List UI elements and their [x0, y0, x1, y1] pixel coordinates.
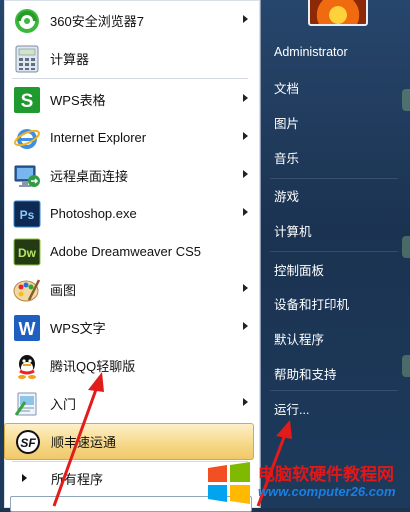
menu-item-documents[interactable]: 文档 — [268, 73, 404, 101]
program-label: 远程桌面连接 — [50, 169, 129, 184]
program-label: Photoshop.exe — [50, 206, 137, 221]
menu-item-computer[interactable]: 计算机 — [268, 216, 404, 244]
svg-text:Ps: Ps — [20, 208, 35, 222]
remote-desktop-icon — [12, 161, 42, 191]
svg-text:Dw: Dw — [18, 246, 37, 260]
menu-item-label: 游戏 — [274, 189, 300, 204]
qq-icon — [12, 351, 42, 381]
program-item-dreamweaver[interactable]: Dw Adobe Dreamweaver CS5 — [4, 233, 254, 270]
background-glow — [402, 89, 410, 111]
menu-item-label: 设备和打印机 — [274, 297, 350, 312]
menu-item-pictures[interactable]: 图片 — [268, 108, 404, 136]
program-label: 画图 — [50, 283, 77, 298]
menu-item-devices-printers[interactable]: 设备和打印机 — [268, 289, 404, 317]
menu-item-label: 控制面板 — [274, 263, 325, 278]
user-avatar[interactable] — [308, 0, 368, 26]
svg-text:S: S — [21, 91, 34, 112]
annotation-arrow-icon — [52, 372, 104, 507]
submenu-arrow-icon[interactable] — [243, 94, 248, 102]
wps-spreadsheet-icon: S — [12, 85, 42, 115]
program-item-internet-explorer[interactable]: Internet Explorer — [4, 119, 254, 156]
getting-started-icon — [12, 389, 42, 419]
program-item-photoshop[interactable]: Ps Photoshop.exe — [4, 195, 254, 232]
menu-item-games[interactable]: 游戏 — [268, 181, 404, 209]
internet-explorer-icon — [12, 123, 42, 153]
program-item-wps-writer[interactable]: W WPS文字 — [4, 309, 254, 346]
program-label: Internet Explorer — [50, 130, 147, 145]
submenu-arrow-icon[interactable] — [243, 170, 248, 178]
menu-item-label: 默认程序 — [274, 332, 325, 347]
menu-item-label: 图片 — [274, 116, 300, 131]
background-glow — [402, 355, 410, 377]
watermark: 电脑软硬件教程网 www.computer26.com — [204, 456, 410, 508]
expand-arrow-icon — [22, 474, 27, 482]
divider — [270, 178, 398, 179]
sf-express-icon: SF — [13, 427, 43, 457]
divider — [270, 390, 398, 391]
calculator-icon — [12, 44, 42, 74]
program-item-wps-spreadsheet[interactable]: S WPS表格 — [4, 81, 254, 118]
photoshop-icon: Ps — [12, 199, 42, 229]
program-label: 360安全浏览器7 — [50, 14, 144, 29]
submenu-arrow-icon[interactable] — [243, 15, 248, 23]
program-item-remote-desktop[interactable]: 远程桌面连接 — [4, 157, 254, 194]
watermark-title: 电脑软硬件教程网 — [258, 465, 394, 484]
menu-item-administrator[interactable]: Administrator — [268, 38, 404, 66]
divider — [12, 78, 248, 79]
program-item-paint[interactable]: 画图 — [4, 271, 254, 308]
menu-item-label: Administrator — [274, 45, 348, 59]
menu-item-label: 文档 — [274, 81, 300, 96]
program-label: WPS表格 — [50, 93, 106, 108]
submenu-arrow-icon[interactable] — [243, 284, 248, 292]
menu-item-control-panel[interactable]: 控制面板 — [268, 255, 404, 283]
menu-item-label: 帮助和支持 — [274, 367, 337, 382]
svg-text:SF: SF — [20, 436, 36, 450]
menu-item-default-programs[interactable]: 默认程序 — [268, 324, 404, 352]
menu-item-help-support[interactable]: 帮助和支持 — [268, 359, 404, 387]
program-item-calculator[interactable]: 计算器 — [4, 40, 254, 77]
wps-writer-icon: W — [12, 313, 42, 343]
submenu-arrow-icon[interactable] — [243, 132, 248, 140]
program-item-360-browser[interactable]: 360安全浏览器7 — [4, 2, 254, 39]
program-label: 计算器 — [50, 52, 90, 67]
paint-icon — [12, 275, 42, 305]
svg-text:W: W — [19, 319, 36, 339]
background-glow — [402, 236, 410, 258]
submenu-arrow-icon[interactable] — [243, 322, 248, 330]
program-label: Adobe Dreamweaver CS5 — [50, 244, 202, 259]
menu-item-music[interactable]: 音乐 — [268, 143, 404, 171]
menu-item-label: 运行... — [274, 402, 310, 417]
menu-item-label: 计算机 — [274, 224, 312, 239]
divider — [270, 251, 398, 252]
360-browser-icon — [12, 6, 42, 36]
dreamweaver-icon: Dw — [12, 237, 42, 267]
program-label: WPS文字 — [50, 321, 106, 336]
menu-item-label: 音乐 — [274, 151, 300, 166]
submenu-arrow-icon[interactable] — [243, 208, 248, 216]
windows-logo-icon — [208, 462, 250, 504]
watermark-url: www.computer26.com — [258, 484, 396, 499]
submenu-arrow-icon[interactable] — [243, 398, 248, 406]
